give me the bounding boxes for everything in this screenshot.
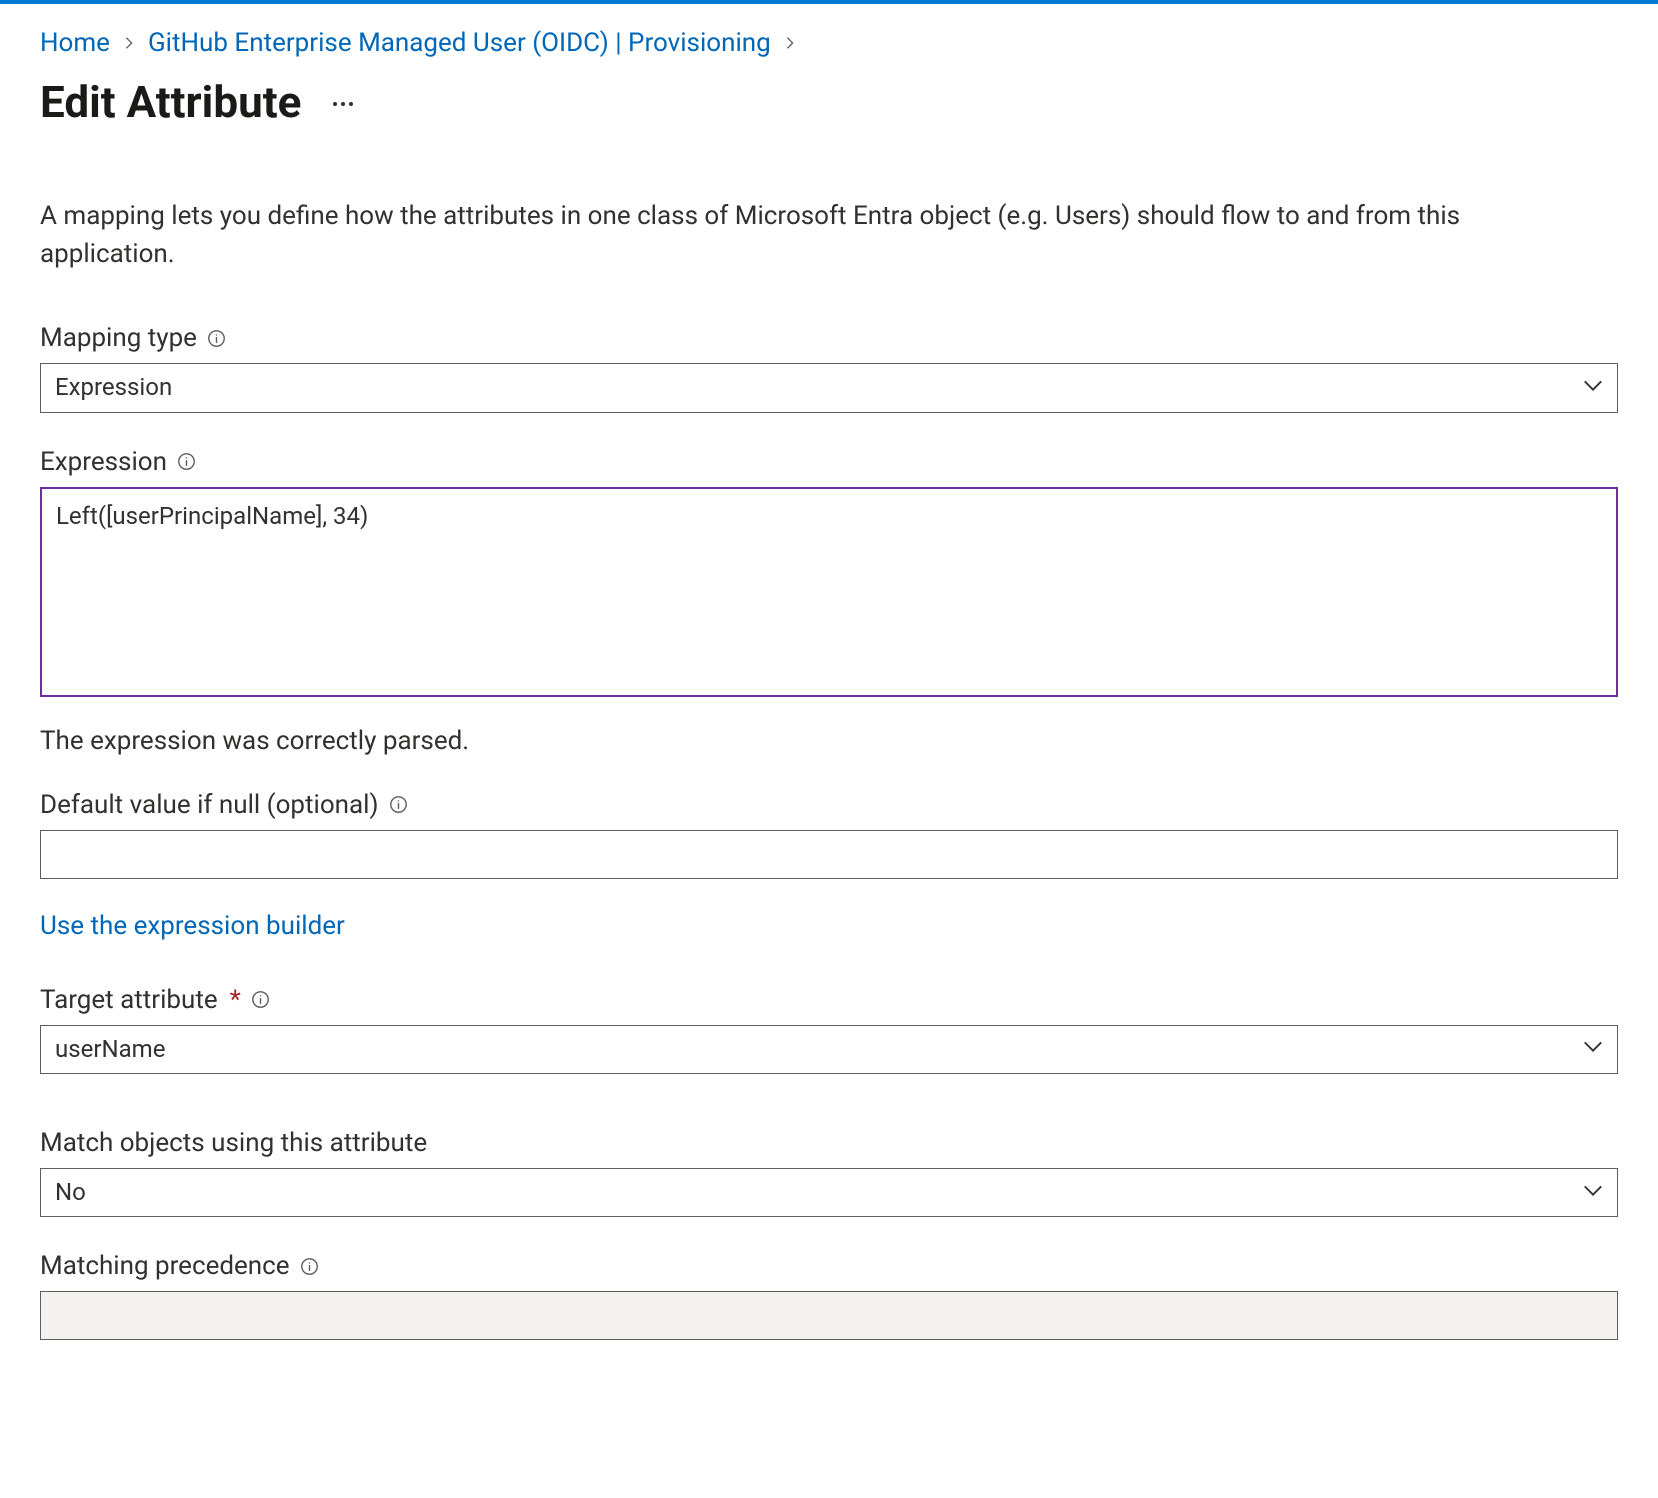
field-mapping-type: Mapping type Expression [40,323,1618,412]
field-expression: Expression [40,447,1618,702]
chevron-right-icon [783,36,797,50]
target-attribute-select[interactable]: userName [40,1025,1618,1074]
match-objects-select[interactable]: No [40,1168,1618,1217]
page-description: A mapping lets you define how the attrib… [40,198,1600,273]
expression-label: Expression [40,447,167,477]
field-matching-precedence: Matching precedence [40,1251,1618,1340]
matching-precedence-input [40,1291,1618,1340]
mapping-type-select[interactable]: Expression [40,363,1618,412]
info-icon[interactable] [300,1257,319,1276]
breadcrumb-home[interactable]: Home [40,28,110,58]
chevron-right-icon [122,36,136,50]
required-indicator: * [230,985,241,1015]
field-match-objects: Match objects using this attribute No [40,1128,1618,1217]
mapping-type-label: Mapping type [40,323,197,353]
expression-builder-link[interactable]: Use the expression builder [40,911,345,941]
breadcrumb-app[interactable]: GitHub Enterprise Managed User (OIDC) | … [148,28,771,58]
expression-input[interactable] [40,487,1618,697]
page-container: Home GitHub Enterprise Managed User (OID… [0,4,1658,1434]
target-attribute-label: Target attribute [40,985,218,1015]
matching-precedence-label: Matching precedence [40,1251,290,1281]
match-objects-label: Match objects using this attribute [40,1128,427,1158]
expression-status: The expression was correctly parsed. [40,726,1618,756]
title-row: Edit Attribute [40,76,1618,128]
info-icon[interactable] [177,452,196,471]
default-value-input[interactable] [40,830,1618,879]
info-icon[interactable] [251,990,270,1009]
page-title: Edit Attribute [40,76,301,128]
info-icon[interactable] [207,329,226,348]
more-actions-button[interactable] [325,84,361,120]
default-value-label: Default value if null (optional) [40,790,379,820]
breadcrumb: Home GitHub Enterprise Managed User (OID… [40,28,1618,58]
field-target-attribute: Target attribute * userName [40,985,1618,1074]
field-default-value: Default value if null (optional) [40,790,1618,879]
more-horizontal-icon [332,95,354,110]
info-icon[interactable] [389,795,408,814]
